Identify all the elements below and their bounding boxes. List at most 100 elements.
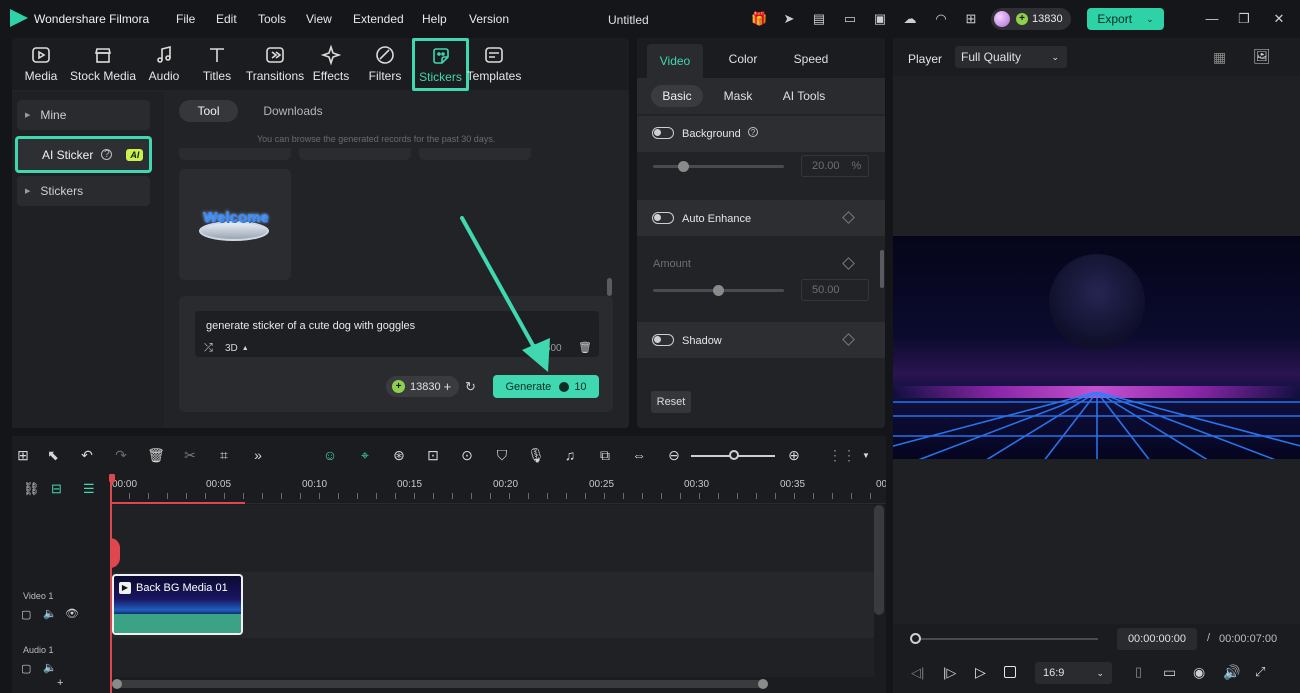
tab-titles[interactable]: Titles bbox=[188, 44, 246, 83]
preview-frame[interactable] bbox=[893, 236, 1300, 459]
shuffle-icon[interactable]: ⤮ bbox=[204, 342, 213, 355]
scrub-knob[interactable] bbox=[910, 633, 921, 644]
music-list-icon[interactable]: ♫ bbox=[561, 446, 579, 464]
amount-slider-knob[interactable] bbox=[713, 285, 724, 296]
image-icon[interactable]: 🖼 bbox=[1253, 48, 1271, 65]
current-time[interactable]: 00:00:00:00 bbox=[1117, 628, 1197, 650]
display-icon[interactable]: ▭ bbox=[1163, 664, 1176, 681]
layout-icon[interactable]: ⊞ bbox=[14, 446, 32, 464]
cloud-upload-icon[interactable]: ☁ bbox=[902, 11, 918, 27]
quality-dropdown[interactable]: Full Quality ⌄ bbox=[955, 46, 1067, 68]
tab-tool[interactable]: Tool bbox=[179, 100, 238, 122]
zoom-out-icon[interactable]: ⊖ bbox=[665, 446, 683, 464]
send-icon[interactable]: ➤ bbox=[781, 11, 797, 27]
background-slider-track[interactable] bbox=[653, 165, 784, 168]
snap-icon[interactable]: ⌖ bbox=[356, 446, 374, 464]
sticker-scrollbar[interactable] bbox=[607, 278, 612, 296]
folder-icon[interactable]: ▢ bbox=[21, 662, 31, 675]
playhead-marker[interactable] bbox=[109, 474, 115, 482]
style-dropdown[interactable]: 3D ▲ bbox=[225, 343, 249, 354]
sticker-tl-icon[interactable]: ⊛ bbox=[390, 446, 408, 464]
close-icon[interactable]: ✕ bbox=[1271, 11, 1287, 27]
grid-options-icon[interactable]: ⋮⋮ bbox=[828, 446, 856, 464]
aspect-dropdown[interactable]: 16:9 ⌄ bbox=[1035, 662, 1112, 684]
ai-face-icon[interactable]: ☺ bbox=[321, 446, 339, 464]
tab-downloads[interactable]: Downloads bbox=[254, 100, 332, 122]
export-button[interactable]: Export ⌄ bbox=[1087, 8, 1164, 30]
tab-stickers[interactable]: Stickers bbox=[412, 38, 469, 91]
more-icon[interactable]: » bbox=[249, 446, 267, 464]
add-icon[interactable]: + bbox=[57, 677, 63, 689]
tab-color[interactable]: Color bbox=[715, 48, 771, 70]
volume-icon[interactable]: 🔈 bbox=[43, 607, 57, 620]
grid-view-icon[interactable]: ▦ bbox=[1213, 49, 1226, 66]
menu-version[interactable]: Version bbox=[469, 12, 509, 26]
tab-video[interactable]: Video bbox=[647, 44, 703, 78]
shadow-toggle[interactable] bbox=[652, 334, 674, 346]
play-icon[interactable]: ▷ bbox=[975, 664, 986, 681]
camera-effect-icon[interactable]: ⊡ bbox=[424, 446, 442, 464]
minimize-icon[interactable]: — bbox=[1204, 11, 1220, 27]
hscroll-end-knob[interactable] bbox=[758, 679, 768, 689]
menu-tools[interactable]: Tools bbox=[258, 12, 286, 26]
cut-icon[interactable]: ✂ bbox=[181, 446, 199, 464]
trash-icon[interactable]: 🗑 bbox=[578, 341, 592, 354]
subtab-basic[interactable]: Basic bbox=[651, 85, 703, 107]
tab-filters[interactable]: Filters bbox=[356, 44, 414, 83]
timeline-hscroll[interactable] bbox=[112, 679, 768, 689]
sticker-thumb-welcome[interactable]: Welcome bbox=[179, 169, 291, 280]
sticker-thumb-partial[interactable] bbox=[419, 148, 531, 160]
microphone-icon[interactable]: 🎙 bbox=[527, 446, 545, 464]
screen-record-icon[interactable]: ⧉ bbox=[596, 446, 614, 464]
menu-help[interactable]: Help bbox=[422, 12, 447, 26]
properties-scrollbar[interactable] bbox=[880, 250, 884, 288]
gift-icon[interactable]: 🎁 bbox=[751, 11, 767, 27]
volume-icon[interactable]: 🔊 bbox=[1223, 664, 1240, 681]
help-icon[interactable]: ? bbox=[748, 127, 758, 137]
link-icon[interactable]: ⛓ bbox=[23, 481, 40, 497]
subtab-ai-tools[interactable]: AI Tools bbox=[774, 85, 834, 107]
play-circle-icon[interactable]: ⊙ bbox=[458, 446, 476, 464]
fullscreen-icon[interactable]: ⤢ bbox=[1255, 664, 1265, 680]
add-track-icon[interactable]: ⊟ bbox=[51, 481, 62, 497]
sticker-thumb-partial[interactable] bbox=[299, 148, 411, 160]
fit-icon[interactable]: ⇔ bbox=[630, 446, 648, 464]
save-icon[interactable]: ▣ bbox=[872, 11, 888, 27]
monitor-icon[interactable]: ▭ bbox=[842, 11, 858, 27]
snapshot-icon[interactable]: ◉ bbox=[1193, 664, 1205, 681]
background-slider-knob[interactable] bbox=[678, 161, 689, 172]
tab-media[interactable]: Media bbox=[12, 44, 70, 83]
select-pointer-icon[interactable]: ⬉ bbox=[44, 446, 62, 464]
tab-audio[interactable]: Audio bbox=[135, 44, 193, 83]
document-icon[interactable]: ▤ bbox=[811, 11, 827, 27]
headset-icon[interactable]: ◠ bbox=[933, 11, 949, 27]
auto-enhance-toggle[interactable] bbox=[652, 212, 674, 224]
tab-transitions[interactable]: Transitions bbox=[243, 44, 307, 83]
hscroll-start-knob[interactable] bbox=[112, 679, 122, 689]
caret-down-icon[interactable]: ▼ bbox=[857, 446, 875, 464]
menu-view[interactable]: View bbox=[306, 12, 332, 26]
folder-icon[interactable]: ▢ bbox=[21, 608, 31, 621]
credits-badge[interactable]: + 13830 bbox=[991, 8, 1071, 30]
credits-pill[interactable]: + 13830 + bbox=[386, 376, 459, 397]
background-value-field[interactable]: 20.00 % bbox=[801, 155, 869, 177]
tab-templates[interactable]: Templates bbox=[465, 44, 523, 83]
tab-speed[interactable]: Speed bbox=[783, 48, 839, 70]
background-toggle[interactable] bbox=[652, 127, 674, 139]
prev-frame-icon[interactable]: ◁| bbox=[911, 665, 924, 681]
zoom-slider-knob[interactable] bbox=[729, 450, 739, 460]
redo-icon[interactable]: ↷ bbox=[112, 446, 130, 464]
scrub-track[interactable] bbox=[915, 638, 1098, 640]
tab-stock-media[interactable]: Stock Media bbox=[69, 44, 137, 83]
reset-button[interactable]: Reset bbox=[651, 391, 691, 413]
step-forward-icon[interactable]: |▷ bbox=[943, 665, 956, 681]
apps-grid-icon[interactable]: ⊞ bbox=[963, 11, 979, 27]
stop-icon[interactable] bbox=[1004, 666, 1016, 678]
sticker-thumb-partial[interactable] bbox=[179, 148, 291, 160]
video-clip[interactable]: ▶ Back BG Media 01 bbox=[112, 574, 243, 635]
track-manage-icon[interactable]: ☰ bbox=[83, 481, 95, 497]
menu-edit[interactable]: Edit bbox=[216, 12, 237, 26]
delete-icon[interactable]: 🗑 bbox=[147, 446, 165, 464]
mark-icon[interactable]: ▯ bbox=[1135, 664, 1142, 680]
zoom-in-icon[interactable]: ⊕ bbox=[785, 446, 803, 464]
